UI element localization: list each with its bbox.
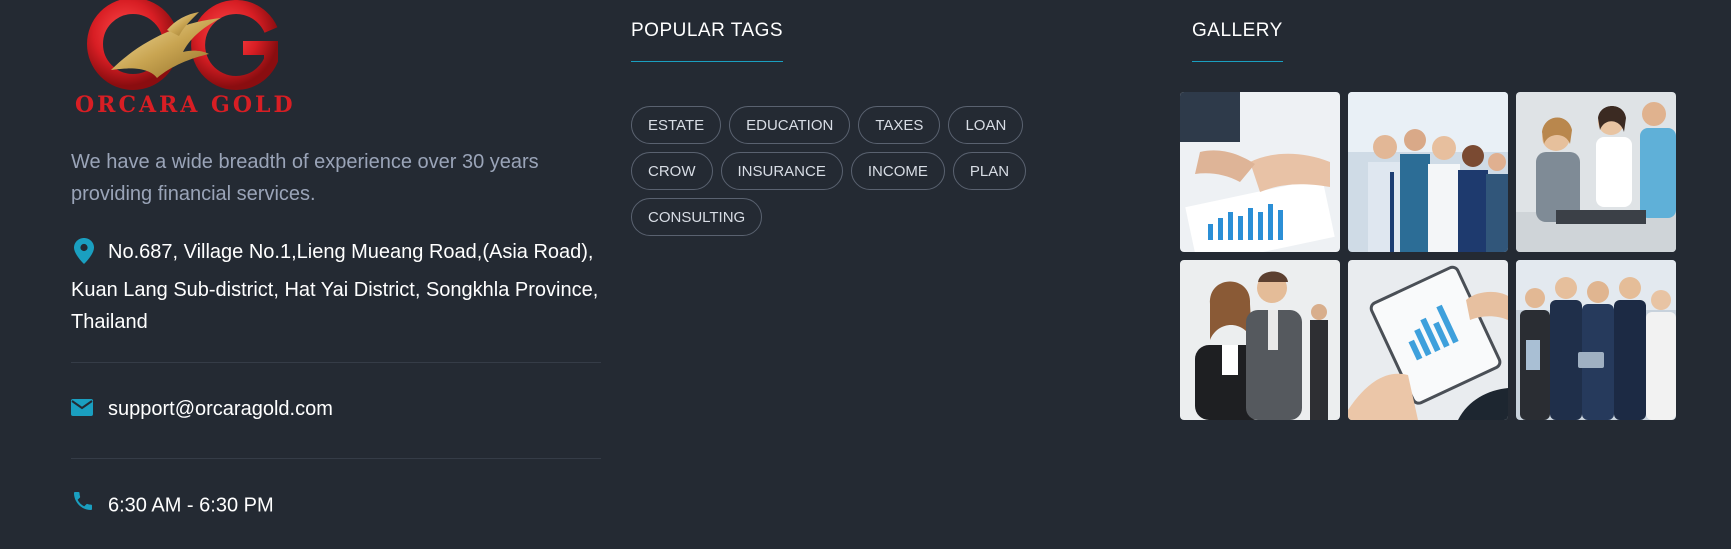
footer-tags-column: POPULAR TAGS ESTATE EDUCATION TAXES LOAN… <box>631 0 1101 236</box>
popular-tags-heading: POPULAR TAGS <box>631 20 784 62</box>
tag-education[interactable]: EDUCATION <box>729 106 851 144</box>
about-description: We have a wide breadth of experience ove… <box>71 151 539 205</box>
map-pin-icon <box>71 236 108 274</box>
address-text: No.687, Village No.1,Lieng Mueang Road,(… <box>71 241 599 333</box>
gallery-thumb-chart-document[interactable] <box>1180 92 1340 252</box>
hours-text: 6:30 AM - 6:30 PM <box>108 494 274 516</box>
logo-wordmark: ORCARA GOLD <box>75 92 296 118</box>
divider <box>71 362 601 363</box>
gallery-heading: GALLERY <box>1192 20 1283 62</box>
gallery-thumb-team-celebration[interactable] <box>1348 92 1508 252</box>
phone-icon <box>71 489 108 523</box>
gallery-thumb-business-people[interactable] <box>1180 260 1340 420</box>
gallery-thumb-clipboard-chart[interactable] <box>1348 260 1508 420</box>
tag-consulting[interactable]: CONSULTING <box>631 198 763 236</box>
gallery-thumb-business-team[interactable] <box>1516 260 1676 420</box>
orcara-gold-logo[interactable]: ORCARA GOLD <box>71 0 293 124</box>
footer-about-column: ORCARA GOLD We have a wide breadth of ex… <box>71 0 603 523</box>
tag-plan[interactable]: PLAN <box>952 152 1027 190</box>
tag-estate[interactable]: ESTATE <box>631 106 722 144</box>
contact-email: support@orcaragold.com <box>71 393 603 426</box>
divider <box>71 457 601 459</box>
gallery-thumb-office-meeting[interactable] <box>1516 92 1676 252</box>
gallery-grid <box>1180 92 1680 420</box>
tag-income[interactable]: INCOME <box>850 152 945 190</box>
tag-loan[interactable]: LOAN <box>948 106 1024 144</box>
tag-insurance[interactable]: INSURANCE <box>720 152 843 190</box>
contact-hours: 6:30 AM - 6:30 PM <box>71 489 603 523</box>
footer-gallery-column: GALLERY <box>1180 0 1680 420</box>
email-link[interactable]: support@orcaragold.com <box>108 398 333 420</box>
tag-cloud: ESTATE EDUCATION TAXES LOAN CROW INSURAN… <box>631 106 1091 236</box>
tag-taxes[interactable]: TAXES <box>858 106 941 144</box>
tag-crow[interactable]: CROW <box>631 152 713 190</box>
contact-address: No.687, Village No.1,Lieng Mueang Road,(… <box>71 236 601 338</box>
logo-emblem-icon <box>87 0 278 90</box>
envelope-icon <box>71 394 108 426</box>
